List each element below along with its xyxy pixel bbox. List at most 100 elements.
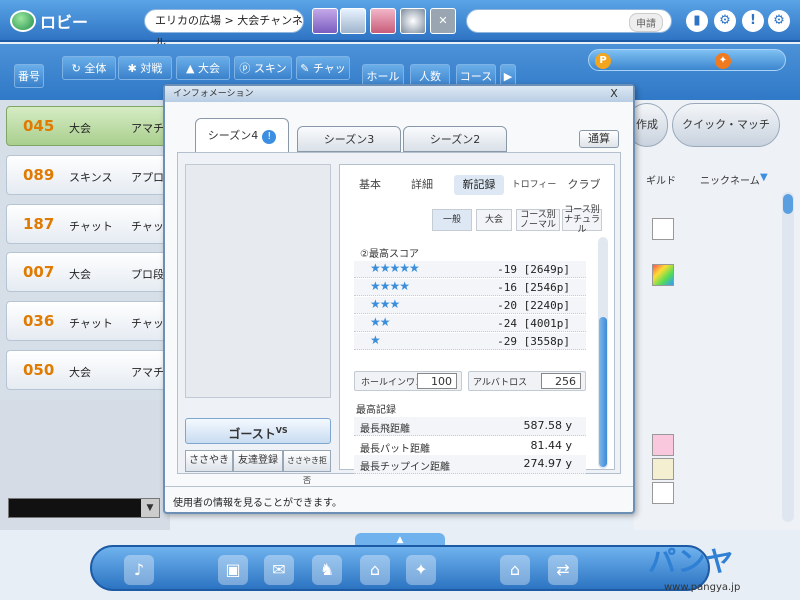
stats-panel: 基本 詳細 新記録 トロフィー クラブ 一般 大会 コース別ノーマル コース別ナ… xyxy=(339,164,615,474)
cookie-point-icon: ✦ xyxy=(715,53,731,69)
settings-people-icon[interactable]: ⚙ xyxy=(714,10,736,32)
ball-slot-icon[interactable] xyxy=(400,8,426,34)
tab-new-record[interactable]: 新記録 xyxy=(454,175,504,195)
mini-tab-course-natural[interactable]: コース別ナチュラル xyxy=(562,205,602,235)
room-type: 大会 xyxy=(69,268,91,281)
tab-basic[interactable]: 基本 xyxy=(348,175,392,195)
room-row[interactable]: 089 スキンス アプロー xyxy=(6,155,175,195)
room-number: 045 xyxy=(23,117,55,135)
dialog-title: インフォメーション xyxy=(165,86,633,102)
player-avatar[interactable] xyxy=(652,434,674,456)
item-slot-icon[interactable] xyxy=(340,8,366,34)
score-row: ★★★★★ -19 [2649p] xyxy=(354,261,586,278)
sort-number-button[interactable]: 番号 xyxy=(14,64,44,88)
record-label: 最長パット距離 xyxy=(360,444,430,455)
sort-chevron-icon[interactable]: ▼ xyxy=(760,172,768,183)
character-preview xyxy=(185,164,331,398)
filter-chat-button[interactable]: ✎ チャット xyxy=(296,56,350,99)
stats-scrollbar[interactable] xyxy=(598,237,608,469)
filter-tournament-label: 大会 xyxy=(197,62,220,75)
player-avatar[interactable] xyxy=(652,458,674,480)
tab-season3[interactable]: シーズン3 xyxy=(297,126,401,152)
room-row[interactable]: 187 チャット チャットル xyxy=(6,204,186,244)
room-row[interactable]: 007 大会 プロ段 xyxy=(6,252,168,292)
chat-channel-select[interactable]: ▼ xyxy=(8,498,160,518)
filter-all-button[interactable]: ↻ 全体 xyxy=(62,56,116,80)
quick-match-button[interactable]: クイック・マッチ xyxy=(672,103,780,147)
mini-tab-general[interactable]: 一般 xyxy=(432,209,472,231)
filter-tournament-button[interactable]: ▲ 大会 xyxy=(176,56,230,80)
locker-icon[interactable]: ♞ xyxy=(312,555,342,585)
room-type: チャット xyxy=(69,317,113,330)
scratch-icon[interactable]: ✦ xyxy=(406,555,436,585)
music-note-icon[interactable]: ♪ xyxy=(124,555,154,585)
player-avatar[interactable] xyxy=(652,482,674,504)
mini-tab-course-normal[interactable]: コース別ノーマル xyxy=(516,209,560,231)
channel-change-icon[interactable]: ⇄ xyxy=(548,555,578,585)
tab-season4[interactable]: シーズン4! xyxy=(195,118,289,154)
room-type: 大会 xyxy=(69,122,91,135)
exit-lobby-icon[interactable]: ⌂ xyxy=(500,555,530,585)
close-icon[interactable]: X xyxy=(607,87,621,101)
gift-icon[interactable]: ✉ xyxy=(264,555,294,585)
logo-mark: パンヤ xyxy=(648,545,734,578)
room-row[interactable]: 045 大会 アマチュア xyxy=(6,106,186,146)
star-rating-icon: ★★★ xyxy=(370,297,400,311)
room-row[interactable]: 036 チャット チャットル xyxy=(6,301,186,341)
add-friend-button[interactable]: 友達登録 xyxy=(233,450,283,472)
myroom-icon[interactable]: ⌂ xyxy=(360,555,390,585)
whisper-button[interactable]: ささやき xyxy=(185,450,233,472)
shop-icon[interactable]: ▣ xyxy=(218,555,248,585)
scrollbar-thumb[interactable] xyxy=(599,317,607,467)
pangya-logo: パンヤ www.pangya.jp xyxy=(648,540,796,596)
filter-versus-button[interactable]: ✱ 対戦 xyxy=(118,56,172,80)
search-input[interactable]: 申請 xyxy=(466,9,672,33)
ghost-vs-label: VS xyxy=(275,426,288,435)
block-whisper-button[interactable]: ささやき拒否 xyxy=(283,450,331,485)
player-list-scrollbar[interactable] xyxy=(782,192,794,522)
hole-in-one-value: 100 xyxy=(417,373,457,389)
card-slot-icon[interactable] xyxy=(370,8,396,34)
search-request-button[interactable]: 申請 xyxy=(629,13,663,32)
mini-tab-tournament[interactable]: 大会 xyxy=(476,209,512,231)
record-row: 最長パット距離 81.44 y xyxy=(354,437,586,456)
information-dialog: インフォメーション X シーズン4! シーズン3 シーズン2 通算 ゴーストVS… xyxy=(163,84,635,514)
divider xyxy=(165,486,633,487)
ghost-label: ゴースト xyxy=(228,427,276,441)
score-value: -29 [3558p] xyxy=(497,335,570,348)
guild-column-header[interactable]: ギルド xyxy=(646,172,676,187)
star-rating-icon: ★ xyxy=(370,333,381,347)
filter-skins-button[interactable]: ⓟ スキンス xyxy=(234,56,292,99)
chevron-down-icon[interactable]: ▼ xyxy=(141,499,159,517)
record-label: 最長飛距離 xyxy=(360,424,410,435)
empty-slot-icon[interactable]: ✕ xyxy=(430,8,456,34)
record-row: 最長飛距離 587.58 y xyxy=(354,417,586,436)
room-row[interactable]: 050 大会 アマチュア xyxy=(6,350,186,390)
room-type: チャット xyxy=(69,220,113,233)
total-button[interactable]: 通算 xyxy=(579,130,619,148)
record-label: 最長チップイン距離 xyxy=(360,462,450,473)
star-rating-icon: ★★★★ xyxy=(370,279,410,293)
score-value: -16 [2546p] xyxy=(497,281,570,294)
gear-icon[interactable]: ⚙ xyxy=(768,10,790,32)
scrollbar-thumb[interactable] xyxy=(783,194,793,214)
bottom-dock: ♪ ▣ ✉ ♞ ⌂ ✦ ⌂ ⇄ xyxy=(90,545,710,591)
room-number: 036 xyxy=(23,312,55,330)
phone-icon[interactable]: ▮ xyxy=(686,10,708,32)
nickname-column-header[interactable]: ニックネーム xyxy=(700,172,760,187)
score-row: ★★★★ -16 [2546p] xyxy=(354,279,586,296)
filter-versus-label: 対戦 xyxy=(140,62,163,75)
score-row: ★★★ -20 [2240p] xyxy=(354,297,586,314)
tab-trophy[interactable]: トロフィー xyxy=(508,175,560,195)
ghost-vs-button[interactable]: ゴーストVS xyxy=(185,418,331,444)
tab-detail[interactable]: 詳細 xyxy=(400,175,444,195)
channel-breadcrumb[interactable]: エリカの広場 > 大会チャンネル xyxy=(144,9,304,49)
player-avatar[interactable] xyxy=(652,264,674,286)
tab-season2[interactable]: シーズン2 xyxy=(403,126,507,152)
tab-club[interactable]: クラブ xyxy=(562,175,606,195)
tab-season4-label: シーズン4 xyxy=(207,129,259,142)
alert-icon[interactable]: ! xyxy=(742,10,764,32)
character-slot-icon[interactable] xyxy=(312,8,338,34)
player-avatar[interactable] xyxy=(652,218,674,240)
lobby-title[interactable]: ロビー xyxy=(10,9,88,33)
